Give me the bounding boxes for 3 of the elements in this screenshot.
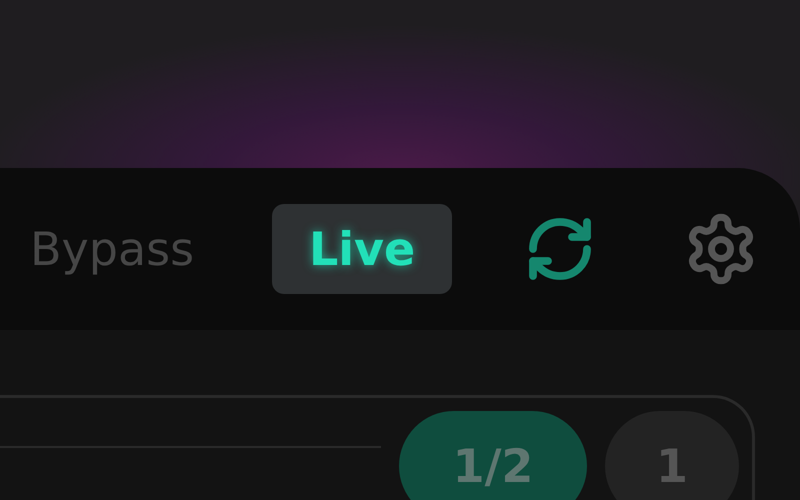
bypass-button[interactable]: Bypass	[30, 204, 194, 294]
live-button[interactable]: Live	[272, 204, 452, 294]
rate-button[interactable]: 1/2	[399, 411, 587, 500]
